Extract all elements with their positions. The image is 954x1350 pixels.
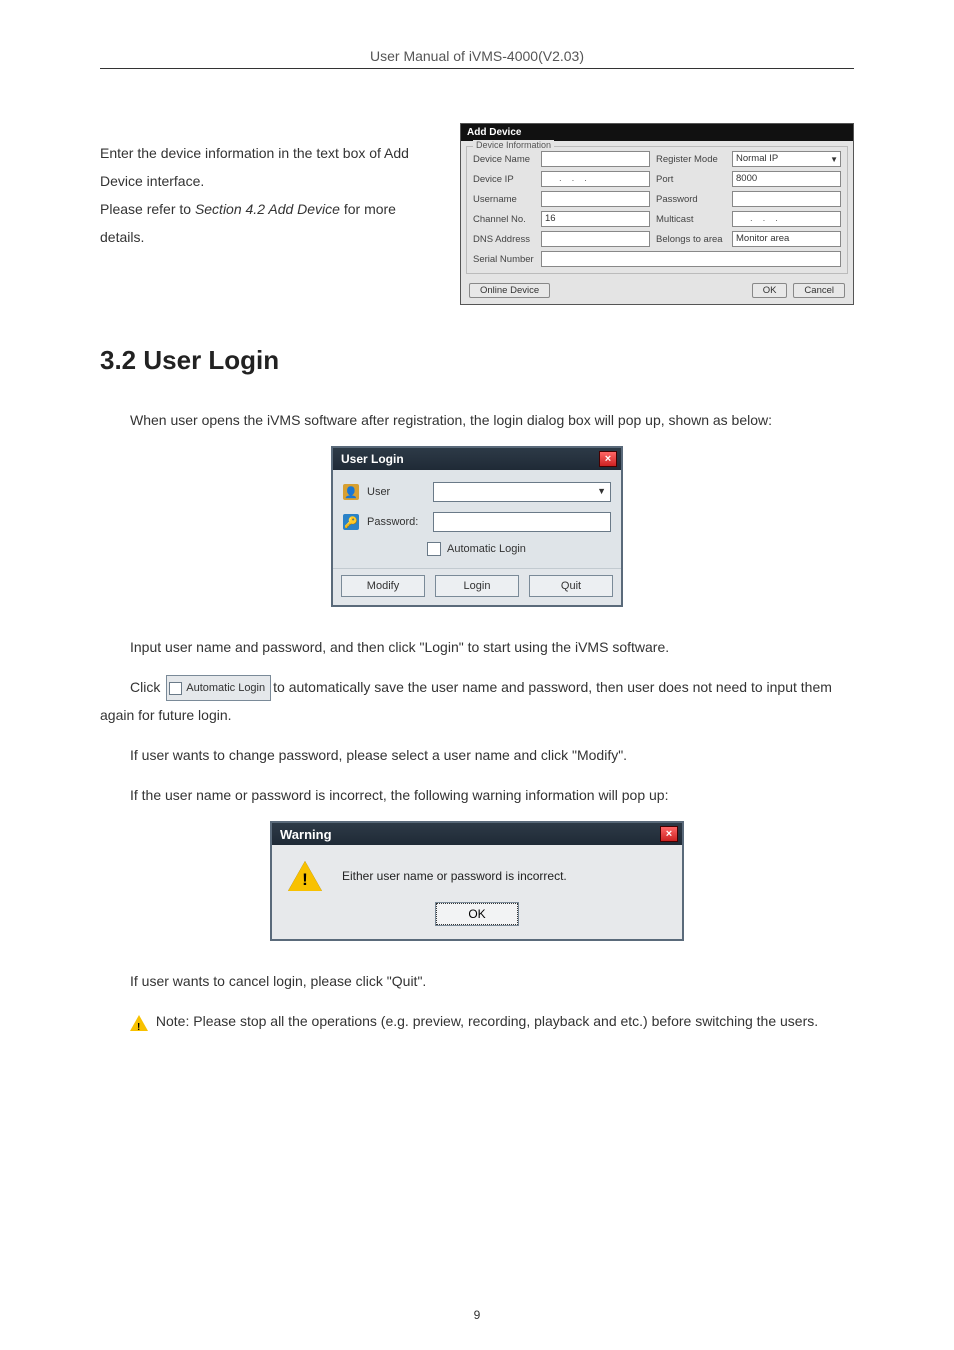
warning-titlebar: Warning ×: [272, 823, 682, 845]
label-auto-login: Automatic Login: [447, 543, 526, 555]
user-login-dialog: User Login × 👤 User 🔑 Password: Automati…: [331, 446, 623, 607]
label-port: Port: [656, 174, 726, 185]
add-device-cancel-button[interactable]: Cancel: [793, 283, 845, 298]
close-icon[interactable]: ×: [599, 451, 617, 467]
add-device-dialog: Add Device Device Information Device Nam…: [460, 123, 854, 305]
label-login-password: Password:: [367, 516, 425, 528]
label-serial: Serial Number: [473, 254, 535, 265]
checkbox-auto-login[interactable]: [427, 542, 441, 556]
input-dns[interactable]: [541, 231, 650, 247]
input-password[interactable]: [732, 191, 841, 207]
note-warning-icon: [130, 1015, 148, 1031]
para-modify: If user wants to change password, please…: [100, 741, 854, 769]
input-multicast[interactable]: ...: [732, 211, 841, 227]
para-login-instr: Input user name and password, and then c…: [100, 633, 854, 661]
label-user: User: [367, 486, 425, 498]
login-button[interactable]: Login: [435, 575, 519, 597]
click-word: Click: [130, 679, 164, 695]
device-info-group-label: Device Information: [473, 140, 554, 150]
warning-title: Warning: [280, 827, 332, 842]
input-channel-no[interactable]: 16: [541, 211, 650, 227]
add-device-ok-button[interactable]: OK: [752, 283, 788, 298]
quit-button[interactable]: Quit: [529, 575, 613, 597]
label-username: Username: [473, 194, 535, 205]
label-multicast: Multicast: [656, 214, 726, 225]
label-password: Password: [656, 194, 726, 205]
online-device-button[interactable]: Online Device: [469, 283, 550, 298]
page-header: User Manual of iVMS-4000(V2.03): [100, 48, 854, 69]
label-dns: DNS Address: [473, 234, 535, 245]
para-note: Note: Please stop all the operations (e.…: [100, 1007, 854, 1035]
intro-link-ref: Section 4.2 Add Device: [195, 201, 340, 217]
intro-line2-pre: Please refer to: [100, 201, 195, 217]
note-text: Note: Please stop all the operations (e.…: [152, 1013, 818, 1029]
inline-auto-login-label: Automatic Login: [186, 677, 265, 699]
intro-paragraph: Enter the device information in the text…: [100, 123, 440, 251]
warning-message: Either user name or password is incorrec…: [342, 869, 567, 883]
para-quit: If user wants to cancel login, please cl…: [100, 967, 854, 995]
select-register-mode[interactable]: Normal IP: [732, 151, 841, 167]
user-login-titlebar: User Login ×: [333, 448, 621, 470]
add-device-title: Add Device: [461, 124, 853, 141]
input-belongs-to[interactable]: Monitor area: [732, 231, 841, 247]
section-heading: 3.2 User Login: [100, 345, 854, 376]
label-belongs-to: Belongs to area: [656, 234, 726, 245]
label-register-mode: Register Mode: [656, 154, 726, 165]
warning-ok-button[interactable]: OK: [436, 903, 518, 925]
label-channel-no: Channel No.: [473, 214, 535, 225]
modify-button[interactable]: Modify: [341, 575, 425, 597]
user-icon: 👤: [343, 484, 359, 500]
warning-icon: [288, 861, 322, 891]
inline-checkbox-icon: [169, 682, 182, 695]
input-port[interactable]: 8000: [732, 171, 841, 187]
warning-dialog: Warning × Either user name or password i…: [270, 821, 684, 941]
input-username[interactable]: [541, 191, 650, 207]
para-auto-login: Click Automatic Login to automatically s…: [100, 673, 854, 729]
intro-line1: Enter the device information in the text…: [100, 145, 409, 189]
input-device-name[interactable]: [541, 151, 650, 167]
input-serial[interactable]: [541, 251, 841, 267]
user-login-title: User Login: [341, 452, 404, 466]
label-device-ip: Device IP: [473, 174, 535, 185]
inline-auto-login-chip: Automatic Login: [166, 675, 271, 701]
select-user[interactable]: [433, 482, 611, 502]
para-intro-login: When user opens the iVMS software after …: [100, 406, 854, 434]
label-device-name: Device Name: [473, 154, 535, 165]
page-number: 9: [0, 1308, 954, 1322]
input-login-password[interactable]: [433, 512, 611, 532]
warning-close-icon[interactable]: ×: [660, 826, 678, 842]
input-device-ip[interactable]: ...: [541, 171, 650, 187]
key-icon: 🔑: [343, 514, 359, 530]
para-incorrect: If the user name or password is incorrec…: [100, 781, 854, 809]
